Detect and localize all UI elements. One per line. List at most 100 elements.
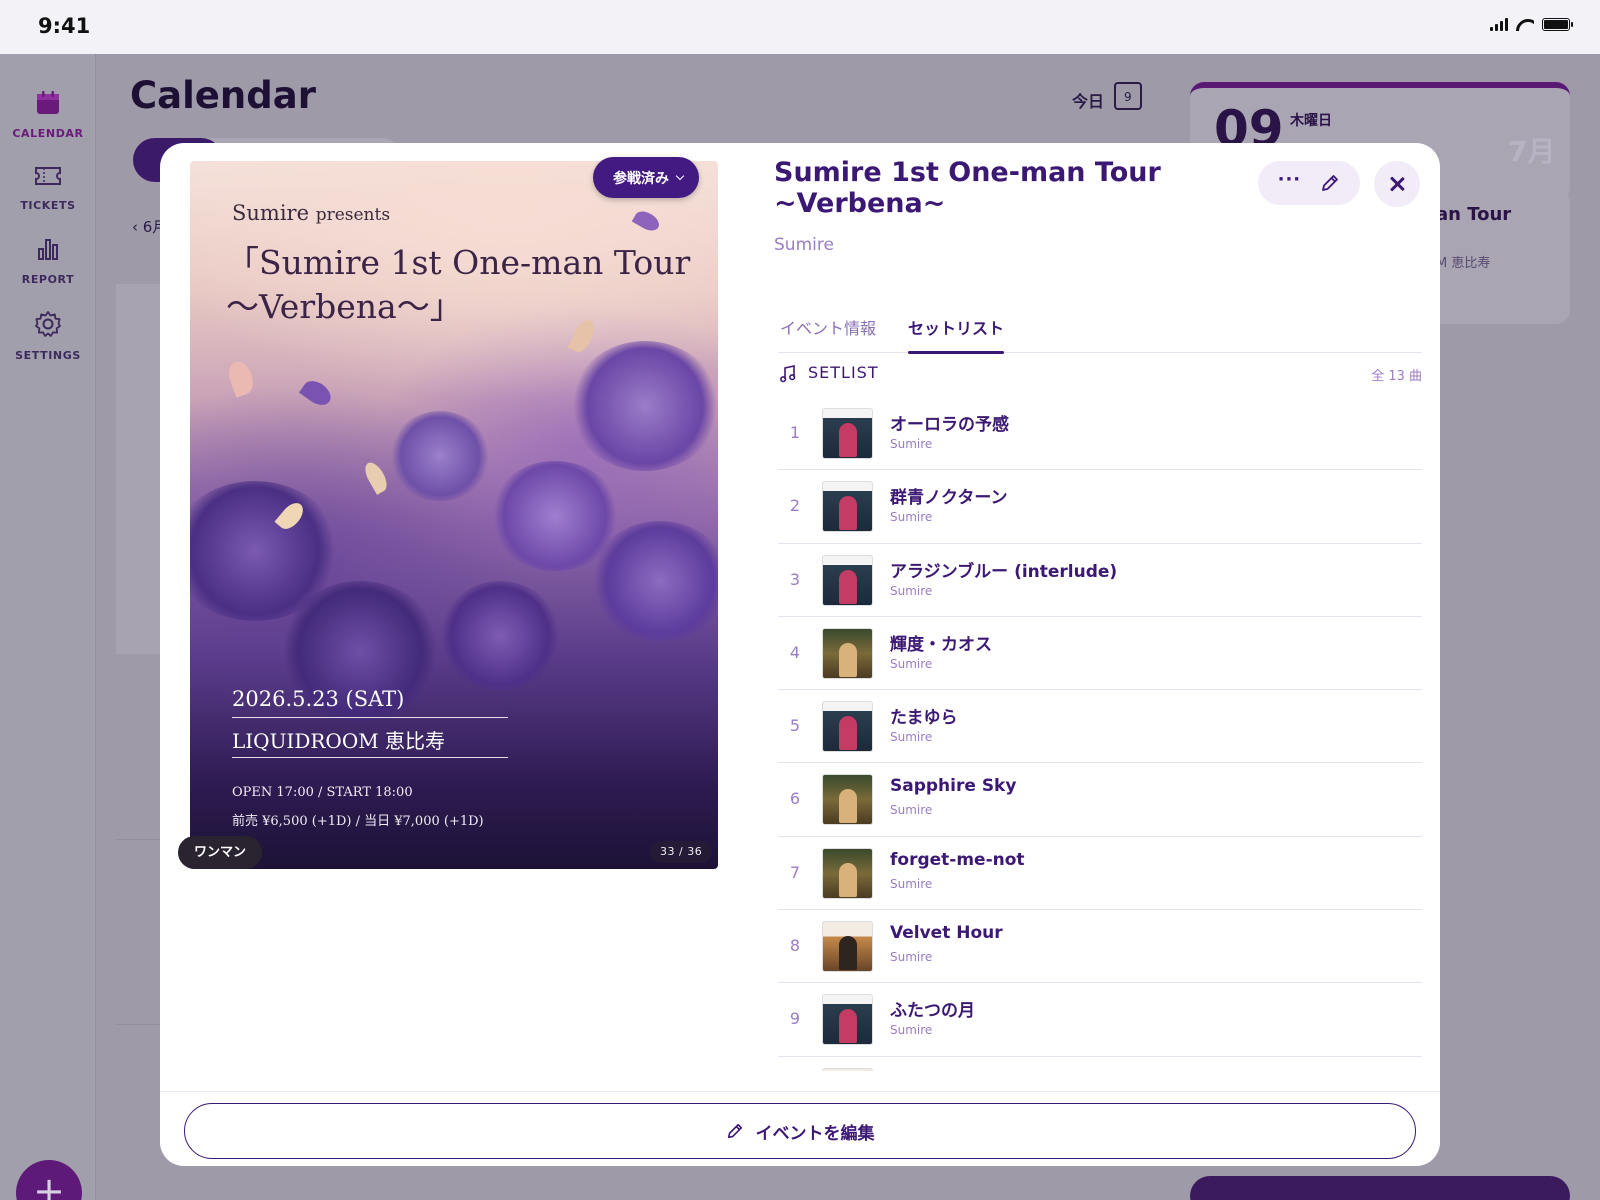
edit-pencil-icon [727,1123,742,1139]
song-title: アラジンブルー (interlude) [890,561,1118,582]
music-note-icon [780,365,796,383]
song-artist: Sumire [890,730,933,745]
album-art-thumbnail [822,554,873,606]
detail-tabs: イベント情報 セットリスト [778,309,1422,354]
album-art-thumbnail [822,408,873,459]
song-title: forget-me-not [890,849,1025,870]
song-artist: Sumire [890,803,933,818]
weekday-label: 木曜日 [1290,113,1332,129]
poster-date: 2026.5.23 (SAT) [232,687,405,711]
album-art-thumbnail [822,481,873,533]
song-artist: Sumire [890,656,933,671]
edit-event-button[interactable]: イベントを編集 [184,1103,1416,1159]
event-title: Sumire 1st One-man Tour ~Verbena~ [774,157,1161,219]
close-button[interactable] [1374,161,1420,207]
album-art-thumbnail [822,847,873,899]
sidebar-item-calendar[interactable]: CALENDAR [0,90,96,141]
bar-chart-icon [38,239,58,260]
sidebar-item-report[interactable]: REPORT [0,236,96,287]
song-artist: Sumire [890,950,933,965]
edit-pencil-icon[interactable] [1320,173,1340,193]
add-event-fab[interactable]: + [16,1160,82,1200]
calendar-icon [37,91,59,114]
song-artist: Sumire [890,876,933,891]
song-title: 輝度・カオス [890,634,992,655]
setlist-row[interactable]: 8 Velvet Hour Sumire [778,910,1422,984]
sidebar-item-label: SETTINGS [15,349,81,362]
poster-title: 「Sumire 1st One-man Tour ～Verbena～」 [226,243,691,326]
setlist-row[interactable]: 6 Sapphire Sky Sumire [778,763,1422,837]
ticket-icon [35,167,61,185]
sidebar-item-label: REPORT [21,273,75,286]
today-calendar-icon[interactable]: 9 [1114,82,1142,110]
attendance-status-dropdown[interactable]: 参戦済み [593,157,699,198]
poster-divider [232,757,508,758]
track-number: 8 [789,936,801,956]
edit-event-label: イベントを編集 [755,1123,875,1144]
tab-event-info[interactable]: イベント情報 [780,315,876,353]
setlist-header: SETLIST 全 13 曲 [780,361,1422,391]
setlist-row[interactable]: 2 群青ノクターン Sumire [778,470,1422,544]
setlist-row[interactable]: 3 アラジンブルー (interlude) Sumire [778,544,1422,617]
event-poster-image[interactable]: Sumire presents 「Sumire 1st One-man Tour… [190,161,718,869]
song-artist: Sumire [890,437,933,451]
status-time: 9:41 [38,14,91,38]
event-detail-modal: Sumire presents 「Sumire 1st One-man Tour… [160,143,1440,1166]
image-counter: 33 / 36 [650,841,713,863]
setlist-row[interactable]: 4 輝度・カオス Sumire [778,617,1422,691]
song-title: Velvet Hour [890,923,1003,944]
setlist-count: 全 13 曲 [1371,369,1422,384]
setlist-title: SETLIST [808,363,879,382]
track-number: 5 [789,716,801,736]
event-type-chip: ワンマン [178,836,263,869]
wifi-icon [1516,19,1534,31]
album-art-thumbnail [822,774,873,826]
calendar-column [116,284,160,654]
setlist-row[interactable]: 5 たまゆら Sumire [778,690,1422,764]
setlist-row[interactable]: 7 forget-me-not Sumire [778,837,1422,911]
poster-presents: Sumire presents [232,201,391,225]
action-pill: ··· [1258,161,1360,205]
setlist-row[interactable]: 1 オーロラの予感 Sumire [778,397,1422,471]
track-number: 2 [789,496,801,516]
poster-divider [232,717,508,718]
status-icons [1490,18,1573,31]
album-art-thumbnail [822,1067,873,1071]
sidebar-item-settings[interactable]: SETTINGS [0,310,96,363]
event-card-title: an Tour [1436,204,1512,225]
album-art-thumbnail [822,994,873,1046]
today-button[interactable]: 今日 [1072,88,1104,112]
track-number: 4 [789,642,801,662]
album-art-thumbnail [822,627,873,679]
sidebar-item-label: CALENDAR [12,127,84,140]
poster-open-start: OPEN 17:00 / START 18:00 [232,785,413,800]
status-bar: 9:41 [0,0,1600,54]
poster-price: 前売 ¥6,500 (+1D) / 当日 ¥7,000 (+1D) [232,814,484,829]
song-title: Sapphire Sky [890,776,1017,797]
setlist: 1 オーロラの予感 Sumire 2 群青ノクターン Sumire 3 アラジンブルー (in… [778,397,1422,1071]
track-number: 9 [789,1009,801,1029]
gear-icon [35,311,61,337]
track-number: 7 [789,862,801,882]
song-title: ふたつの月 [890,1001,975,1022]
event-artist[interactable]: Sumire [774,235,834,255]
month-label: 7月 [1508,135,1556,168]
sidebar-item-tickets[interactable]: TICKETS [0,164,96,213]
tab-setlist[interactable]: セットリスト [908,315,1005,354]
song-artist: Sumire [890,510,933,525]
event-card-subtitle: M 恵比寿 [1436,256,1491,271]
poster-venue: LIQUIDROOM 恵比寿 [232,729,446,753]
song-title: アンセム [890,1070,957,1071]
album-art-thumbnail [822,701,873,753]
add-event-to-day-button[interactable] [1190,1176,1570,1200]
modal-footer: イベントを編集 [160,1091,1440,1166]
song-title: オーロラの予感 [890,415,1009,435]
attendance-status-label: 参戦済み [613,170,669,187]
page-title: Calendar [130,74,316,117]
song-title: たまゆら [890,708,958,729]
more-options-button[interactable]: ··· [1278,169,1302,190]
song-artist: Sumire [890,583,933,598]
setlist-row[interactable]: 9 ふたつの月 Sumire [778,983,1422,1057]
setlist-row[interactable]: 10アンセムSumire [778,1057,1422,1071]
cellular-signal-icon [1490,18,1508,31]
